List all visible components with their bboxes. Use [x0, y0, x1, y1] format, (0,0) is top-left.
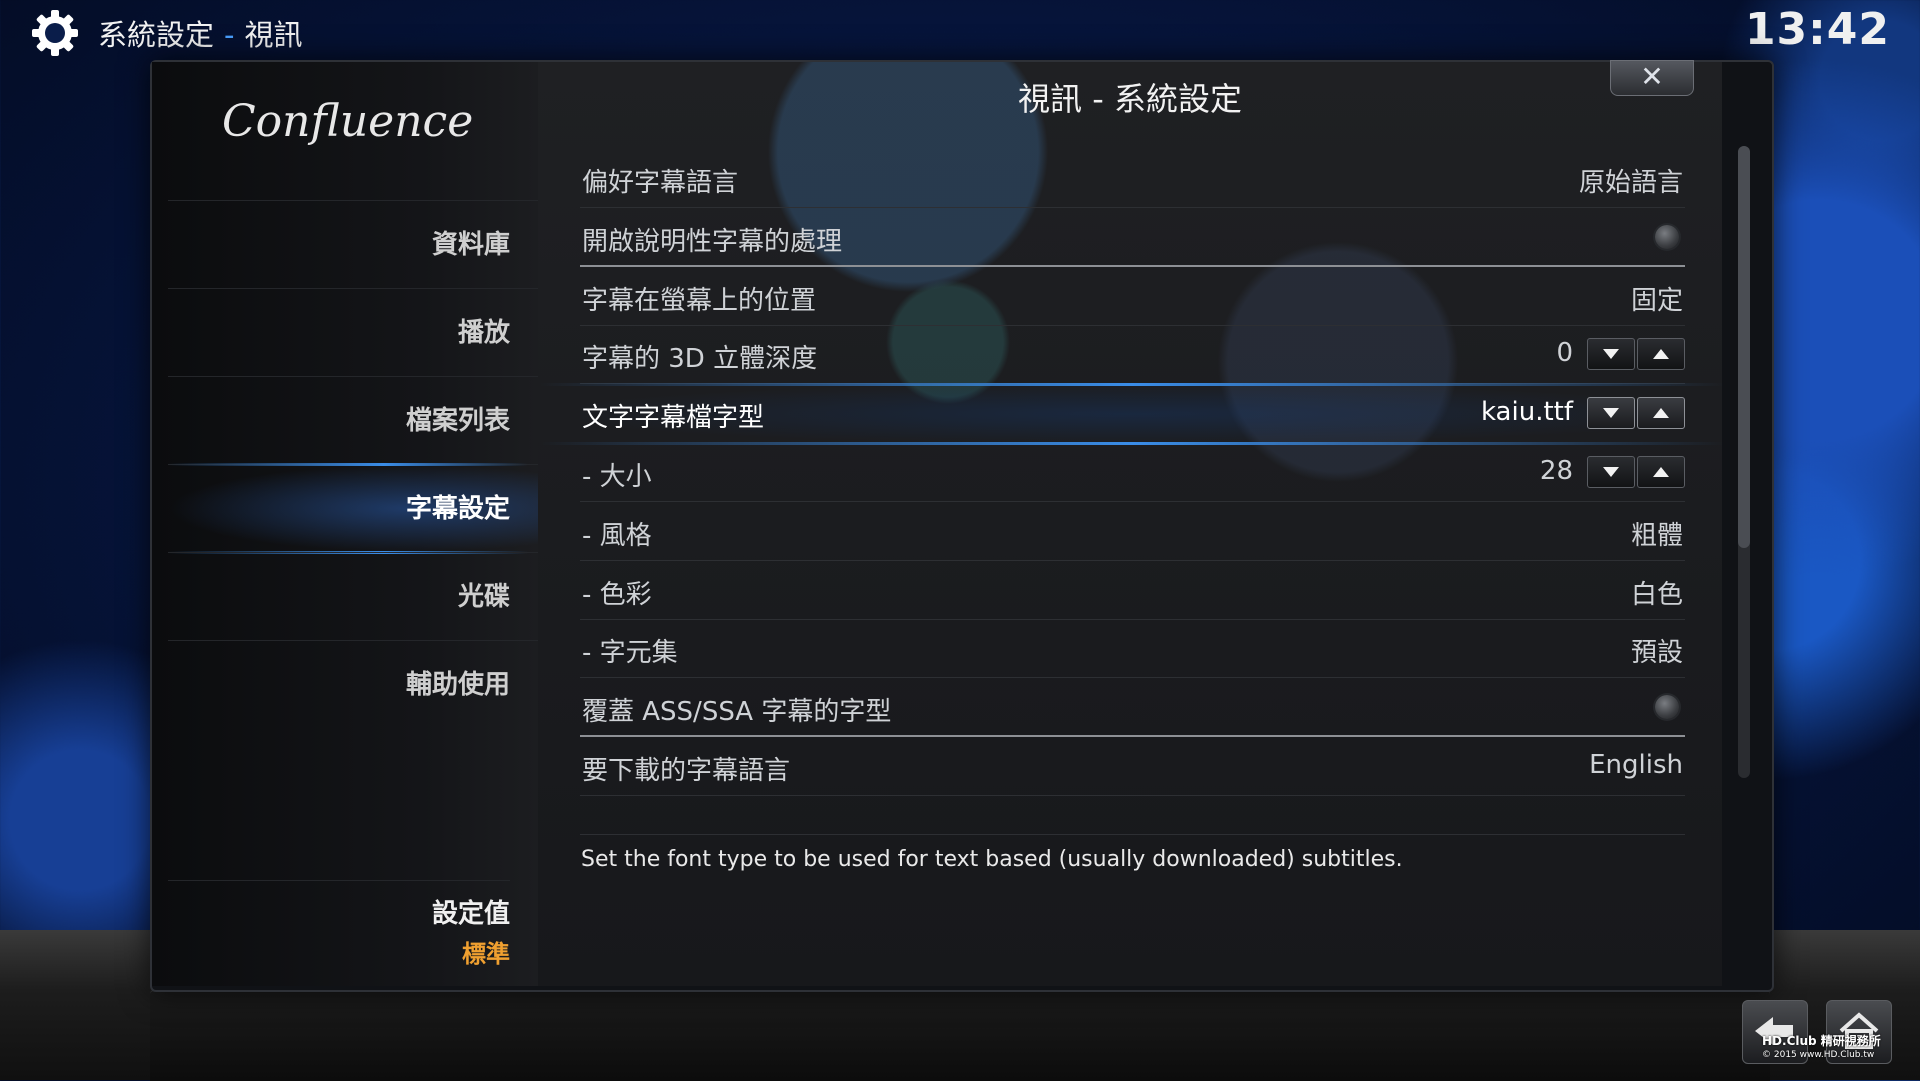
setting-value: 原始語言 — [1578, 168, 1683, 198]
setting-row[interactable]: 覆蓋 ASS/SSA 字幕的字型 — [580, 679, 1685, 738]
setting-value: 預設 — [1630, 638, 1683, 669]
chevron-up-icon — [1653, 349, 1669, 360]
increase-button[interactable] — [1637, 397, 1685, 430]
increase-button[interactable] — [1637, 338, 1685, 371]
setting-label: - 色彩 — [582, 579, 652, 610]
setting-value: kaiu.ttf — [1480, 397, 1573, 428]
decrease-button[interactable] — [1587, 397, 1635, 430]
setting-label: 偏好字幕語言 — [582, 168, 739, 198]
setting-description: Set the font type to be used for text ba… — [581, 847, 1403, 872]
setting-label: 開啟說明性字幕的處理 — [582, 226, 843, 257]
value-spinner — [1587, 338, 1685, 371]
close-icon: ✕ — [1640, 60, 1664, 93]
setting-row[interactable]: 要下載的字幕語言 English — [580, 738, 1685, 796]
watermark-line2: © 2015 www.HD.Club.tw — [1762, 1050, 1875, 1060]
increase-button[interactable] — [1637, 456, 1685, 488]
clock: 13:42 — [1744, 4, 1890, 55]
chevron-down-icon — [1603, 467, 1619, 477]
top-bar: 系統設定 - 視訊 13:42 — [0, 0, 1920, 62]
sidebar-item[interactable]: 字幕設定 — [168, 463, 538, 554]
preset-label: 設定值 — [431, 899, 510, 929]
radio-toggle-icon[interactable] — [1655, 224, 1679, 249]
sidebar-item[interactable]: 播放 — [168, 288, 538, 376]
watermark-line1: HD.Club 精研視務所 — [1762, 1034, 1881, 1048]
setting-row[interactable]: 開啟說明性字幕的處理 — [580, 209, 1685, 267]
sidebar-item-label: 字幕設定 — [405, 494, 510, 524]
sidebar-item[interactable]: 輔助使用 — [168, 640, 538, 728]
value-spinner — [1587, 456, 1685, 488]
setting-row[interactable]: - 大小 28 — [580, 444, 1685, 502]
confluence-logo: Confluence — [222, 96, 473, 147]
setting-value: 28 — [1539, 456, 1573, 486]
chevron-up-icon — [1653, 467, 1669, 477]
setting-value: English — [1589, 750, 1683, 780]
setting-row[interactable]: 字幕在螢幕上的位置 固定 — [580, 268, 1685, 326]
setting-value: 固定 — [1630, 285, 1683, 316]
title-separator: - — [224, 18, 235, 52]
scrollbar[interactable] — [1738, 146, 1750, 778]
chevron-down-icon — [1603, 349, 1619, 360]
title-section: 系統設定 — [98, 18, 215, 52]
footer-bar — [150, 990, 1770, 1081]
radio-toggle-icon[interactable] — [1655, 695, 1679, 720]
setting-row[interactable]: - 色彩 白色 — [580, 562, 1685, 620]
setting-row[interactable]: - 字元集 預設 — [580, 620, 1685, 679]
chevron-down-icon — [1603, 408, 1619, 419]
close-button[interactable]: ✕ — [1610, 60, 1694, 96]
setting-row[interactable]: - 風格 粗體 — [580, 503, 1685, 561]
gear-icon — [32, 10, 78, 56]
title-page: 視訊 — [244, 18, 303, 52]
decrease-button[interactable] — [1587, 338, 1635, 371]
dialog-title: 視訊 - 系統設定 — [1018, 80, 1242, 118]
sidebar-item[interactable]: 檔案列表 — [168, 376, 538, 464]
logo-text: Confluence — [222, 96, 473, 147]
setting-label: - 大小 — [582, 462, 652, 492]
watermark: HD.Club 精研視務所 © 2015 www.HD.Club.tw — [1762, 1034, 1881, 1062]
setting-label: 要下載的字幕語言 — [582, 756, 791, 786]
window-title: 系統設定 - 視訊 — [98, 12, 303, 54]
setting-label: - 風格 — [582, 520, 652, 551]
sidebar-item[interactable]: 光碟 — [168, 552, 538, 640]
sidebar-item[interactable]: 資料庫 — [168, 200, 538, 288]
scroll-thumb[interactable] — [1738, 146, 1750, 548]
sidebar-item-label: 輔助使用 — [405, 670, 510, 700]
setting-label: - 字元集 — [582, 638, 678, 669]
setting-row[interactable]: 偏好字幕語言 原始語言 — [580, 150, 1685, 208]
setting-value: 白色 — [1630, 579, 1683, 610]
preset-value: 標準 — [462, 940, 510, 968]
sidebar-item-label: 光碟 — [457, 582, 510, 612]
preset-section[interactable]: 設定值 標準 — [168, 880, 510, 969]
sidebar-item-label: 檔案列表 — [405, 406, 510, 436]
setting-label: 覆蓋 ASS/SSA 字幕的字型 — [582, 697, 892, 728]
setting-label: 字幕的 3D 立體深度 — [582, 344, 818, 375]
setting-row[interactable]: 文字字幕檔字型 kaiu.ttf — [540, 383, 1725, 446]
setting-value: 粗體 — [1630, 520, 1683, 551]
setting-row[interactable]: 字幕的 3D 立體深度 0 — [580, 326, 1685, 385]
decrease-button[interactable] — [1587, 456, 1635, 488]
setting-label: 字幕在螢幕上的位置 — [582, 285, 817, 316]
description-divider — [580, 834, 1685, 835]
sidebar: Confluence 資料庫播放檔案列表字幕設定光碟輔助使用 設定值 標準 — [152, 62, 538, 986]
value-spinner — [1587, 397, 1685, 430]
setting-value: 0 — [1556, 338, 1573, 369]
sidebar-item-label: 播放 — [457, 318, 510, 348]
chevron-up-icon — [1653, 408, 1669, 419]
sidebar-item-label: 資料庫 — [431, 230, 510, 260]
setting-label: 文字字幕檔字型 — [582, 403, 765, 434]
